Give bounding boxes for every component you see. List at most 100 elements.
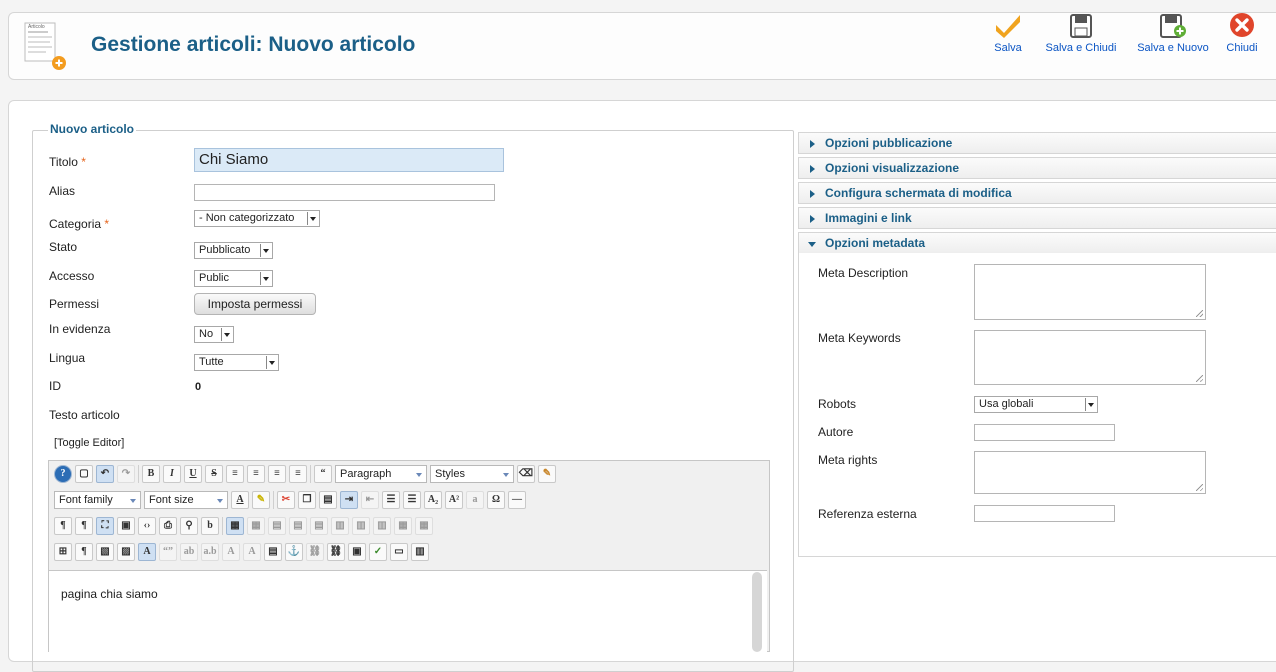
link-icon[interactable]: ⛓: [327, 543, 345, 561]
bullet-list-icon[interactable]: ☰: [403, 491, 421, 509]
meta-rights-textarea[interactable]: [974, 451, 1206, 494]
col-after-icon[interactable]: ▥: [352, 517, 370, 535]
anchor-icon[interactable]: ⚓: [285, 543, 303, 561]
required-mark: *: [104, 217, 110, 231]
italic-icon[interactable]: I: [163, 465, 181, 483]
access-select[interactable]: Public: [194, 270, 273, 287]
delete-table-icon[interactable]: ▦: [247, 517, 265, 535]
abbreviation-icon[interactable]: A: [138, 543, 156, 561]
fullscreen-icon[interactable]: ⛶: [96, 517, 114, 535]
text-color-icon[interactable]: A: [231, 491, 249, 509]
panel-label: Opzioni pubblicazione: [825, 136, 953, 150]
category-select[interactable]: - Non categorizzato: [194, 210, 320, 227]
language-select[interactable]: Tutte: [194, 354, 279, 371]
row-after-icon[interactable]: ▤: [289, 517, 307, 535]
rtl-icon[interactable]: ¶: [75, 517, 93, 535]
insert-table-icon[interactable]: ▦: [226, 517, 244, 535]
meta-description-textarea[interactable]: [974, 264, 1206, 320]
panel-metadata-options[interactable]: Opzioni metadata: [798, 232, 1276, 254]
replace-icon[interactable]: b: [201, 517, 219, 535]
pagebreak-icon[interactable]: ▭: [390, 543, 408, 561]
editor-scrollbar[interactable]: [752, 572, 762, 652]
media-icon[interactable]: ▥: [411, 543, 429, 561]
delete-row-icon[interactable]: ▤: [310, 517, 328, 535]
outdent-icon[interactable]: ⇤: [361, 491, 379, 509]
font-size-select[interactable]: Font size: [144, 491, 228, 509]
insert-layer-icon[interactable]: ▧: [96, 543, 114, 561]
featured-select[interactable]: No: [194, 326, 234, 343]
new-document-icon[interactable]: ▢: [75, 465, 93, 483]
col-before-icon[interactable]: ▥: [331, 517, 349, 535]
state-select[interactable]: Pubblicato: [194, 242, 273, 259]
insert-text-icon[interactable]: A: [243, 543, 261, 561]
redo-icon[interactable]: ↷: [117, 465, 135, 483]
save-new-button[interactable]: Salva e Nuovo: [1132, 8, 1214, 54]
align-justify-icon[interactable]: ≡: [289, 465, 307, 483]
close-circle-icon: [1230, 13, 1254, 37]
styles-select[interactable]: Styles: [430, 465, 514, 483]
attribs-icon[interactable]: a.b: [201, 543, 219, 561]
align-left-icon[interactable]: ≡: [226, 465, 244, 483]
print-icon[interactable]: ⎙: [159, 517, 177, 535]
panel-display-options[interactable]: Opzioni visualizzazione: [798, 157, 1276, 179]
numbered-list-icon[interactable]: ☰: [382, 491, 400, 509]
paragraph-select[interactable]: Paragraph: [335, 465, 427, 483]
meta-keywords-textarea[interactable]: [974, 330, 1206, 385]
external-ref-input[interactable]: [974, 505, 1115, 522]
template-icon[interactable]: ▤: [264, 543, 282, 561]
superscript-icon[interactable]: A²: [445, 491, 463, 509]
editor-toolbar-row-4: ⊞ ¶ ▧ ▨ A “” ab a.b A A ▤ ⚓ ⛓ ⛓ ▣ ✓ ▭ ▥: [54, 542, 429, 562]
acronym-icon[interactable]: ab: [180, 543, 198, 561]
copy-icon[interactable]: ❐: [298, 491, 316, 509]
spellcheck-icon[interactable]: ✓: [369, 543, 387, 561]
special-format-icon[interactable]: a: [466, 491, 484, 509]
help-icon[interactable]: ?: [54, 465, 72, 483]
paste-icon[interactable]: ▤: [319, 491, 337, 509]
merge-cells-icon[interactable]: ▦: [415, 517, 433, 535]
show-blocks-icon[interactable]: ¶: [75, 543, 93, 561]
image-icon[interactable]: ▣: [348, 543, 366, 561]
author-input[interactable]: [974, 424, 1115, 441]
align-center-icon[interactable]: ≡: [247, 465, 265, 483]
font-family-select[interactable]: Font family: [54, 491, 141, 509]
set-permissions-button[interactable]: Imposta permessi: [194, 293, 316, 315]
state-value: Pubblicato: [199, 244, 251, 256]
cleanup-icon[interactable]: ✎: [538, 465, 556, 483]
align-right-icon[interactable]: ≡: [268, 465, 286, 483]
panel-edit-screen-config[interactable]: Configura schermata di modifica: [798, 182, 1276, 204]
close-button[interactable]: Chiudi: [1222, 8, 1262, 54]
strikethrough-icon[interactable]: S: [205, 465, 223, 483]
preview-icon[interactable]: ▣: [117, 517, 135, 535]
highlight-color-icon[interactable]: ✎: [252, 491, 270, 509]
visual-aid-icon[interactable]: ⊞: [54, 543, 72, 561]
delete-col-icon[interactable]: ▥: [373, 517, 391, 535]
panel-images-links[interactable]: Immagini e link: [798, 207, 1276, 229]
delete-text-icon[interactable]: A: [222, 543, 240, 561]
underline-icon[interactable]: U: [184, 465, 202, 483]
unlink-icon[interactable]: ⛓: [306, 543, 324, 561]
ltr-icon[interactable]: ¶: [54, 517, 72, 535]
toggle-editor-link[interactable]: [Toggle Editor]: [54, 437, 124, 449]
undo-icon[interactable]: ↶: [96, 465, 114, 483]
panel-publishing-options[interactable]: Opzioni pubblicazione: [798, 132, 1276, 154]
html-source-icon[interactable]: ‹›: [138, 517, 156, 535]
row-before-icon[interactable]: ▤: [268, 517, 286, 535]
title-input[interactable]: Chi Siamo: [194, 148, 504, 172]
cite-icon[interactable]: “”: [159, 543, 177, 561]
robots-select[interactable]: Usa globali: [974, 396, 1098, 413]
split-cells-icon[interactable]: ▦: [394, 517, 412, 535]
save-button[interactable]: Salva: [990, 8, 1026, 54]
find-icon[interactable]: ⚲: [180, 517, 198, 535]
subscript-icon[interactable]: A₂: [424, 491, 442, 509]
editor-content-area[interactable]: pagina chia siamo: [49, 570, 767, 661]
bold-icon[interactable]: B: [142, 465, 160, 483]
alias-input[interactable]: [194, 184, 495, 201]
style-props-icon[interactable]: ▨: [117, 543, 135, 561]
horizontal-rule-icon[interactable]: —: [508, 491, 526, 509]
omega-icon[interactable]: Ω: [487, 491, 505, 509]
cut-icon[interactable]: ✂: [277, 491, 295, 509]
eraser-icon[interactable]: ⌫: [517, 465, 535, 483]
blockquote-icon[interactable]: “: [314, 465, 332, 483]
save-close-button[interactable]: Salva e Chiudi: [1040, 8, 1122, 54]
indent-icon[interactable]: ⇥: [340, 491, 358, 509]
